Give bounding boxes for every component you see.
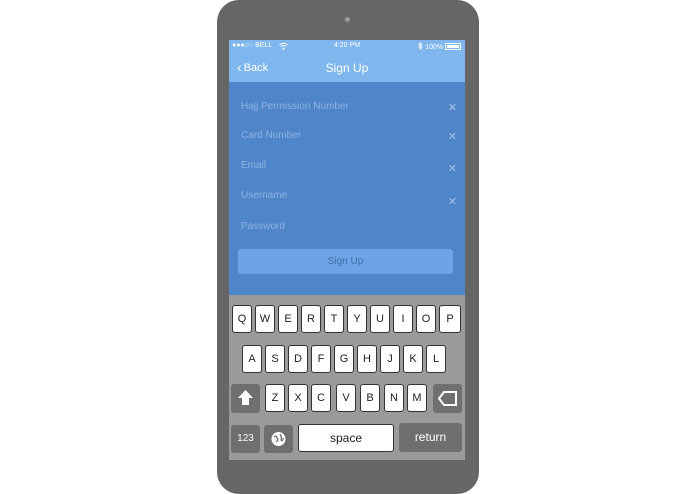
key-f[interactable]: F <box>311 345 331 373</box>
shift-key[interactable] <box>231 384 260 413</box>
field-placeholder: Email <box>241 160 267 171</box>
nav-bar: ‹ Back Sign Up <box>229 53 465 82</box>
key-q[interactable]: Q <box>232 305 252 333</box>
bluetooth-icon <box>418 41 423 51</box>
clear-icon[interactable]: ✕ <box>448 101 457 114</box>
key-s[interactable]: S <box>265 345 285 373</box>
key-m[interactable]: M <box>407 384 427 412</box>
password-field[interactable]: Password <box>241 221 457 237</box>
key-w[interactable]: W <box>255 305 275 333</box>
space-key[interactable]: space <box>298 424 394 452</box>
key-u[interactable]: U <box>370 305 390 333</box>
key-a[interactable]: A <box>242 345 262 373</box>
return-key[interactable]: return <box>399 423 462 452</box>
key-n[interactable]: N <box>384 384 404 412</box>
clear-icon[interactable]: ✕ <box>448 162 457 175</box>
numbers-key[interactable]: 123 <box>231 425 260 453</box>
status-right: 100% <box>418 41 461 51</box>
field-placeholder: Password <box>241 221 285 232</box>
key-d[interactable]: D <box>288 345 308 373</box>
key-z[interactable]: Z <box>265 384 285 412</box>
key-y[interactable]: Y <box>347 305 367 333</box>
camera-dot <box>345 17 350 22</box>
delete-key[interactable] <box>433 384 462 413</box>
key-v[interactable]: V <box>336 384 356 412</box>
field-placeholder: Hajj Permission Number <box>241 101 349 112</box>
clear-icon[interactable]: ✕ <box>448 195 457 208</box>
globe-icon <box>271 432 286 446</box>
clear-icon[interactable]: ✕ <box>448 130 457 143</box>
battery-icon <box>445 43 461 50</box>
key-g[interactable]: G <box>334 345 354 373</box>
hajj-permission-field[interactable]: Hajj Permission Number ✕ <box>241 101 457 117</box>
key-r[interactable]: R <box>301 305 321 333</box>
key-t[interactable]: T <box>324 305 344 333</box>
key-o[interactable]: O <box>416 305 436 333</box>
key-b[interactable]: B <box>360 384 380 412</box>
screen: ●●●○○ BELL 4:20 PM 100% ‹ Back Sign Up Ha… <box>229 40 465 460</box>
key-e[interactable]: E <box>278 305 298 333</box>
email-field[interactable]: Email ✕ <box>241 160 457 176</box>
key-h[interactable]: H <box>357 345 377 373</box>
key-l[interactable]: L <box>426 345 446 373</box>
globe-key[interactable] <box>264 425 293 453</box>
username-field[interactable]: Username ✕ <box>241 190 457 208</box>
battery-percent: 100% <box>425 44 443 51</box>
field-placeholder: Card Number <box>241 130 302 141</box>
key-j[interactable]: J <box>380 345 400 373</box>
status-bar: ●●●○○ BELL 4:20 PM 100% <box>229 40 465 53</box>
field-placeholder: Username <box>241 190 288 201</box>
shift-arrow-icon <box>238 390 253 405</box>
card-number-field[interactable]: Card Number ✕ <box>241 130 457 146</box>
page-title: Sign Up <box>325 61 369 75</box>
key-x[interactable]: X <box>288 384 308 412</box>
backspace-icon <box>437 391 457 406</box>
key-p[interactable]: P <box>439 305 461 333</box>
sign-up-button[interactable]: Sign Up <box>238 249 453 274</box>
keyboard: Q W E R T Y U I O P A S D F G H J K L Z … <box>229 295 465 460</box>
key-c[interactable]: C <box>311 384 331 412</box>
key-k[interactable]: K <box>403 345 423 373</box>
key-i[interactable]: I <box>393 305 413 333</box>
